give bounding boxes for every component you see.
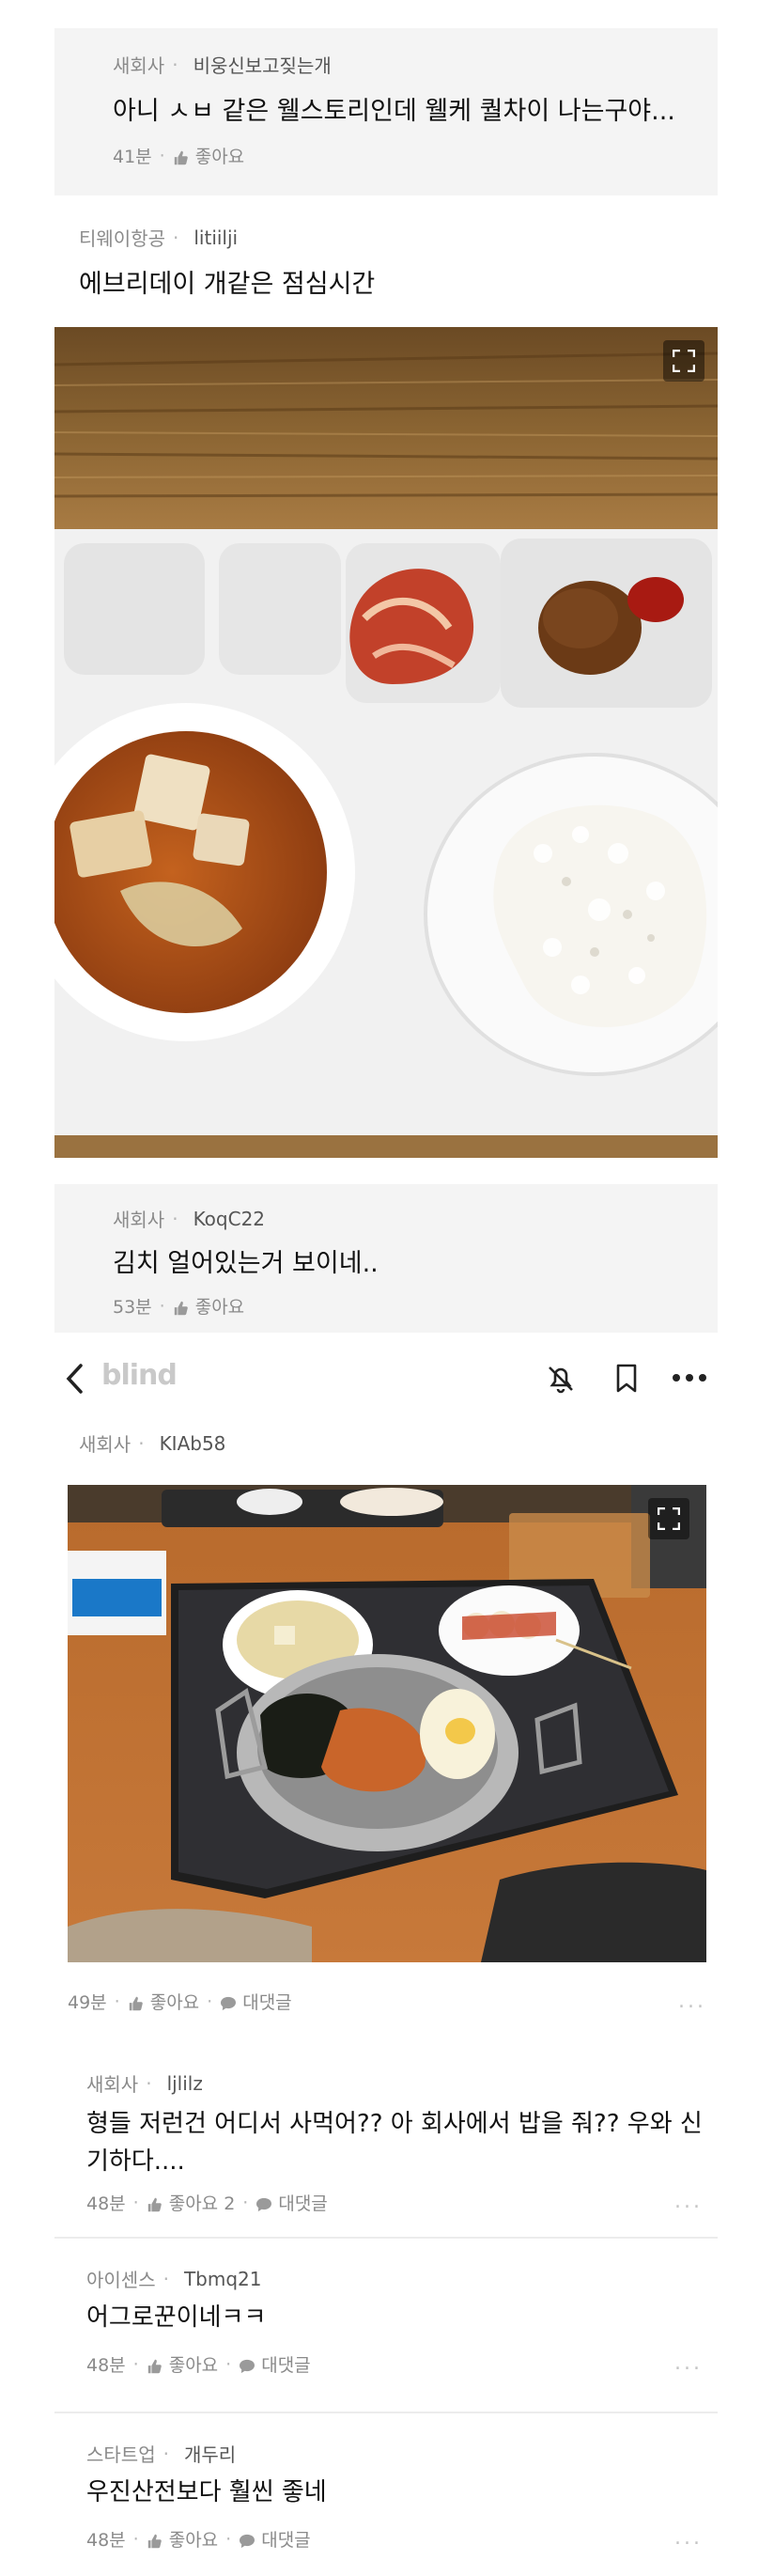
bookmark-icon[interactable] (612, 1363, 641, 1395)
fullscreen-button[interactable] (663, 340, 704, 382)
post-meta: 티웨이항공 · litiilji (79, 224, 238, 251)
like-label: 좋아요 (194, 147, 245, 167)
timestamp: 48분 (86, 2194, 126, 2214)
post-title: 에브리데이 개같은 점심시간 (79, 270, 376, 299)
reply-button[interactable]: 대댓글 (239, 2351, 311, 2377)
comment-meta: 아이센스 · Tbmq21 (86, 2265, 262, 2292)
reply-text: 김치 얼어있는거 보이네.. (113, 1249, 379, 1278)
reply-button[interactable]: 대댓글 (220, 1989, 292, 2014)
reply-label: 대댓글 (261, 2530, 311, 2551)
fullscreen-button[interactable] (648, 1498, 689, 1539)
thumbs-up-icon (147, 2534, 162, 2548)
divider (54, 2412, 718, 2413)
reply-card: 새회사 · 비웅신보고짖는개 아니 ㅅㅂ 같은 웰스토리인데 웰케 퀄차이 나는… (54, 28, 718, 195)
user-name[interactable]: 개두리 (184, 2440, 236, 2467)
like-label: 좋아요 (168, 2355, 219, 2376)
like-button[interactable]: 좋아요 (147, 2351, 218, 2377)
company-name: 새회사 (113, 55, 165, 77)
timestamp: 49분 (68, 1992, 107, 2013)
more-options-button[interactable]: ... (678, 1990, 706, 2013)
timestamp: 41분 (113, 147, 152, 167)
comment-footer: 48분 · 좋아요 · 대댓글 (86, 2526, 311, 2552)
more-options-button[interactable]: ... (674, 2190, 703, 2213)
company-name: 아이센스 (86, 2269, 156, 2291)
like-label: 좋아요 (168, 2530, 219, 2551)
timestamp: 53분 (113, 1297, 152, 1318)
comment-bubble-icon (256, 2197, 272, 2211)
comment-text: 형들 저런건 어디서 사먹어?? 아 회사에서 밥을 줘?? 우와 신기하다..… (86, 2110, 703, 2176)
like-button[interactable]: 좋아요 (147, 2526, 218, 2552)
post-meta: 새회사 · KIAb58 (79, 1429, 225, 1457)
comment-meta: 스타트업 · 개두리 (86, 2440, 236, 2467)
more-options-button[interactable]: ... (674, 2351, 703, 2375)
reply-footer: 41분 · 좋아요 (113, 143, 244, 168)
timestamp: 48분 (86, 2355, 126, 2376)
thumbs-up-icon (174, 1301, 188, 1315)
user-name[interactable]: 비웅신보고짖는개 (194, 51, 332, 78)
user-name[interactable]: ljlilz (167, 2072, 203, 2095)
more-options-button[interactable]: ... (674, 2526, 703, 2550)
reply-label: 대댓글 (278, 2194, 328, 2214)
app-header: blind (54, 1344, 718, 1410)
comment-footer: 48분 · 좋아요 · 대댓글 (86, 2351, 311, 2377)
company-name: 새회사 (113, 1209, 165, 1231)
reply-footer: 53분 · 좋아요 (113, 1293, 244, 1319)
like-button[interactable]: 좋아요 (173, 1293, 244, 1319)
like-button[interactable]: 좋아요 (173, 143, 244, 168)
reply-meta: 새회사 · KoqC22 (113, 1205, 265, 1232)
reply-button[interactable]: 대댓글 (255, 2190, 328, 2215)
reply-meta: 새회사 · 비웅신보고짖는개 (113, 51, 332, 78)
comment: 새회사 · ljlilz 형들 저런건 어디서 사먹어?? 아 회사에서 밥을 … (54, 2049, 718, 2227)
app-logo: blind (101, 1359, 178, 1392)
comment-footer: 48분 · 좋아요 2 · 대댓글 (86, 2190, 328, 2215)
back-arrow-icon[interactable] (64, 1363, 85, 1395)
reply-card: 새회사 · KoqC22 김치 얼어있는거 보이네.. 53분 · 좋아요 (54, 1184, 718, 1333)
company-name: 새회사 (79, 1433, 132, 1456)
like-button[interactable]: 좋아요 2 (147, 2190, 236, 2215)
reply-button[interactable]: 대댓글 (239, 2526, 311, 2552)
user-name[interactable]: KIAb58 (160, 1432, 226, 1455)
comment-bubble-icon (240, 2534, 255, 2548)
reply-label: 대댓글 (242, 1992, 292, 2013)
post-photo[interactable] (54, 327, 718, 1158)
comment-text: 우진산전보다 훨씬 좋네 (86, 2478, 327, 2506)
comment: 스타트업 · 개두리 우진산전보다 훨씬 좋네 48분 · 좋아요 · 대댓글 … (54, 2421, 718, 2571)
more-options-icon[interactable] (671, 1370, 708, 1385)
thumbs-up-icon (174, 150, 188, 164)
comment: 아이센스 · Tbmq21 어그로꾼이네ㅋㅋ 48분 · 좋아요 · 대댓글 .… (54, 2246, 718, 2396)
notification-off-icon[interactable] (545, 1363, 577, 1395)
thumbs-up-icon (147, 2359, 162, 2373)
comment-text: 어그로꾼이네ㅋㅋ (86, 2303, 267, 2332)
post-footer: 49분 · 좋아요 · 대댓글 ... (68, 1989, 706, 2014)
comment-meta: 새회사 · ljlilz (86, 2069, 203, 2097)
expand-icon (658, 1507, 680, 1530)
user-name[interactable]: Tbmq21 (184, 2268, 262, 2290)
comment-bubble-icon (240, 2359, 255, 2373)
comment-bubble-icon (221, 1996, 237, 2010)
company-name: 새회사 (86, 2073, 139, 2096)
like-button[interactable]: 좋아요 (128, 1989, 199, 2014)
reply-text: 아니 ㅅㅂ 같은 웰스토리인데 웰케 퀄차이 나는구야... (113, 97, 675, 126)
like-label: 좋아요 (194, 1297, 245, 1318)
page: { "reply1": { "company": "새회사", "user": … (0, 0, 774, 2576)
bibimbap-tray-image (68, 1485, 706, 1962)
company-name: 스타트업 (86, 2443, 156, 2466)
thumbs-up-icon (147, 2197, 162, 2211)
like-label: 좋아요 2 (168, 2194, 236, 2214)
expand-icon (673, 350, 695, 372)
timestamp: 48분 (86, 2530, 126, 2551)
company-name: 티웨이항공 (79, 227, 165, 250)
like-label: 좋아요 (149, 1992, 200, 2013)
user-name[interactable]: litiilji (194, 226, 238, 249)
reply-label: 대댓글 (261, 2355, 311, 2376)
thumbs-up-icon (129, 1996, 143, 2010)
divider (54, 2237, 718, 2239)
lunch-tray-image (54, 327, 718, 1158)
user-name[interactable]: KoqC22 (194, 1208, 265, 1230)
post-photo[interactable] (68, 1485, 706, 1962)
